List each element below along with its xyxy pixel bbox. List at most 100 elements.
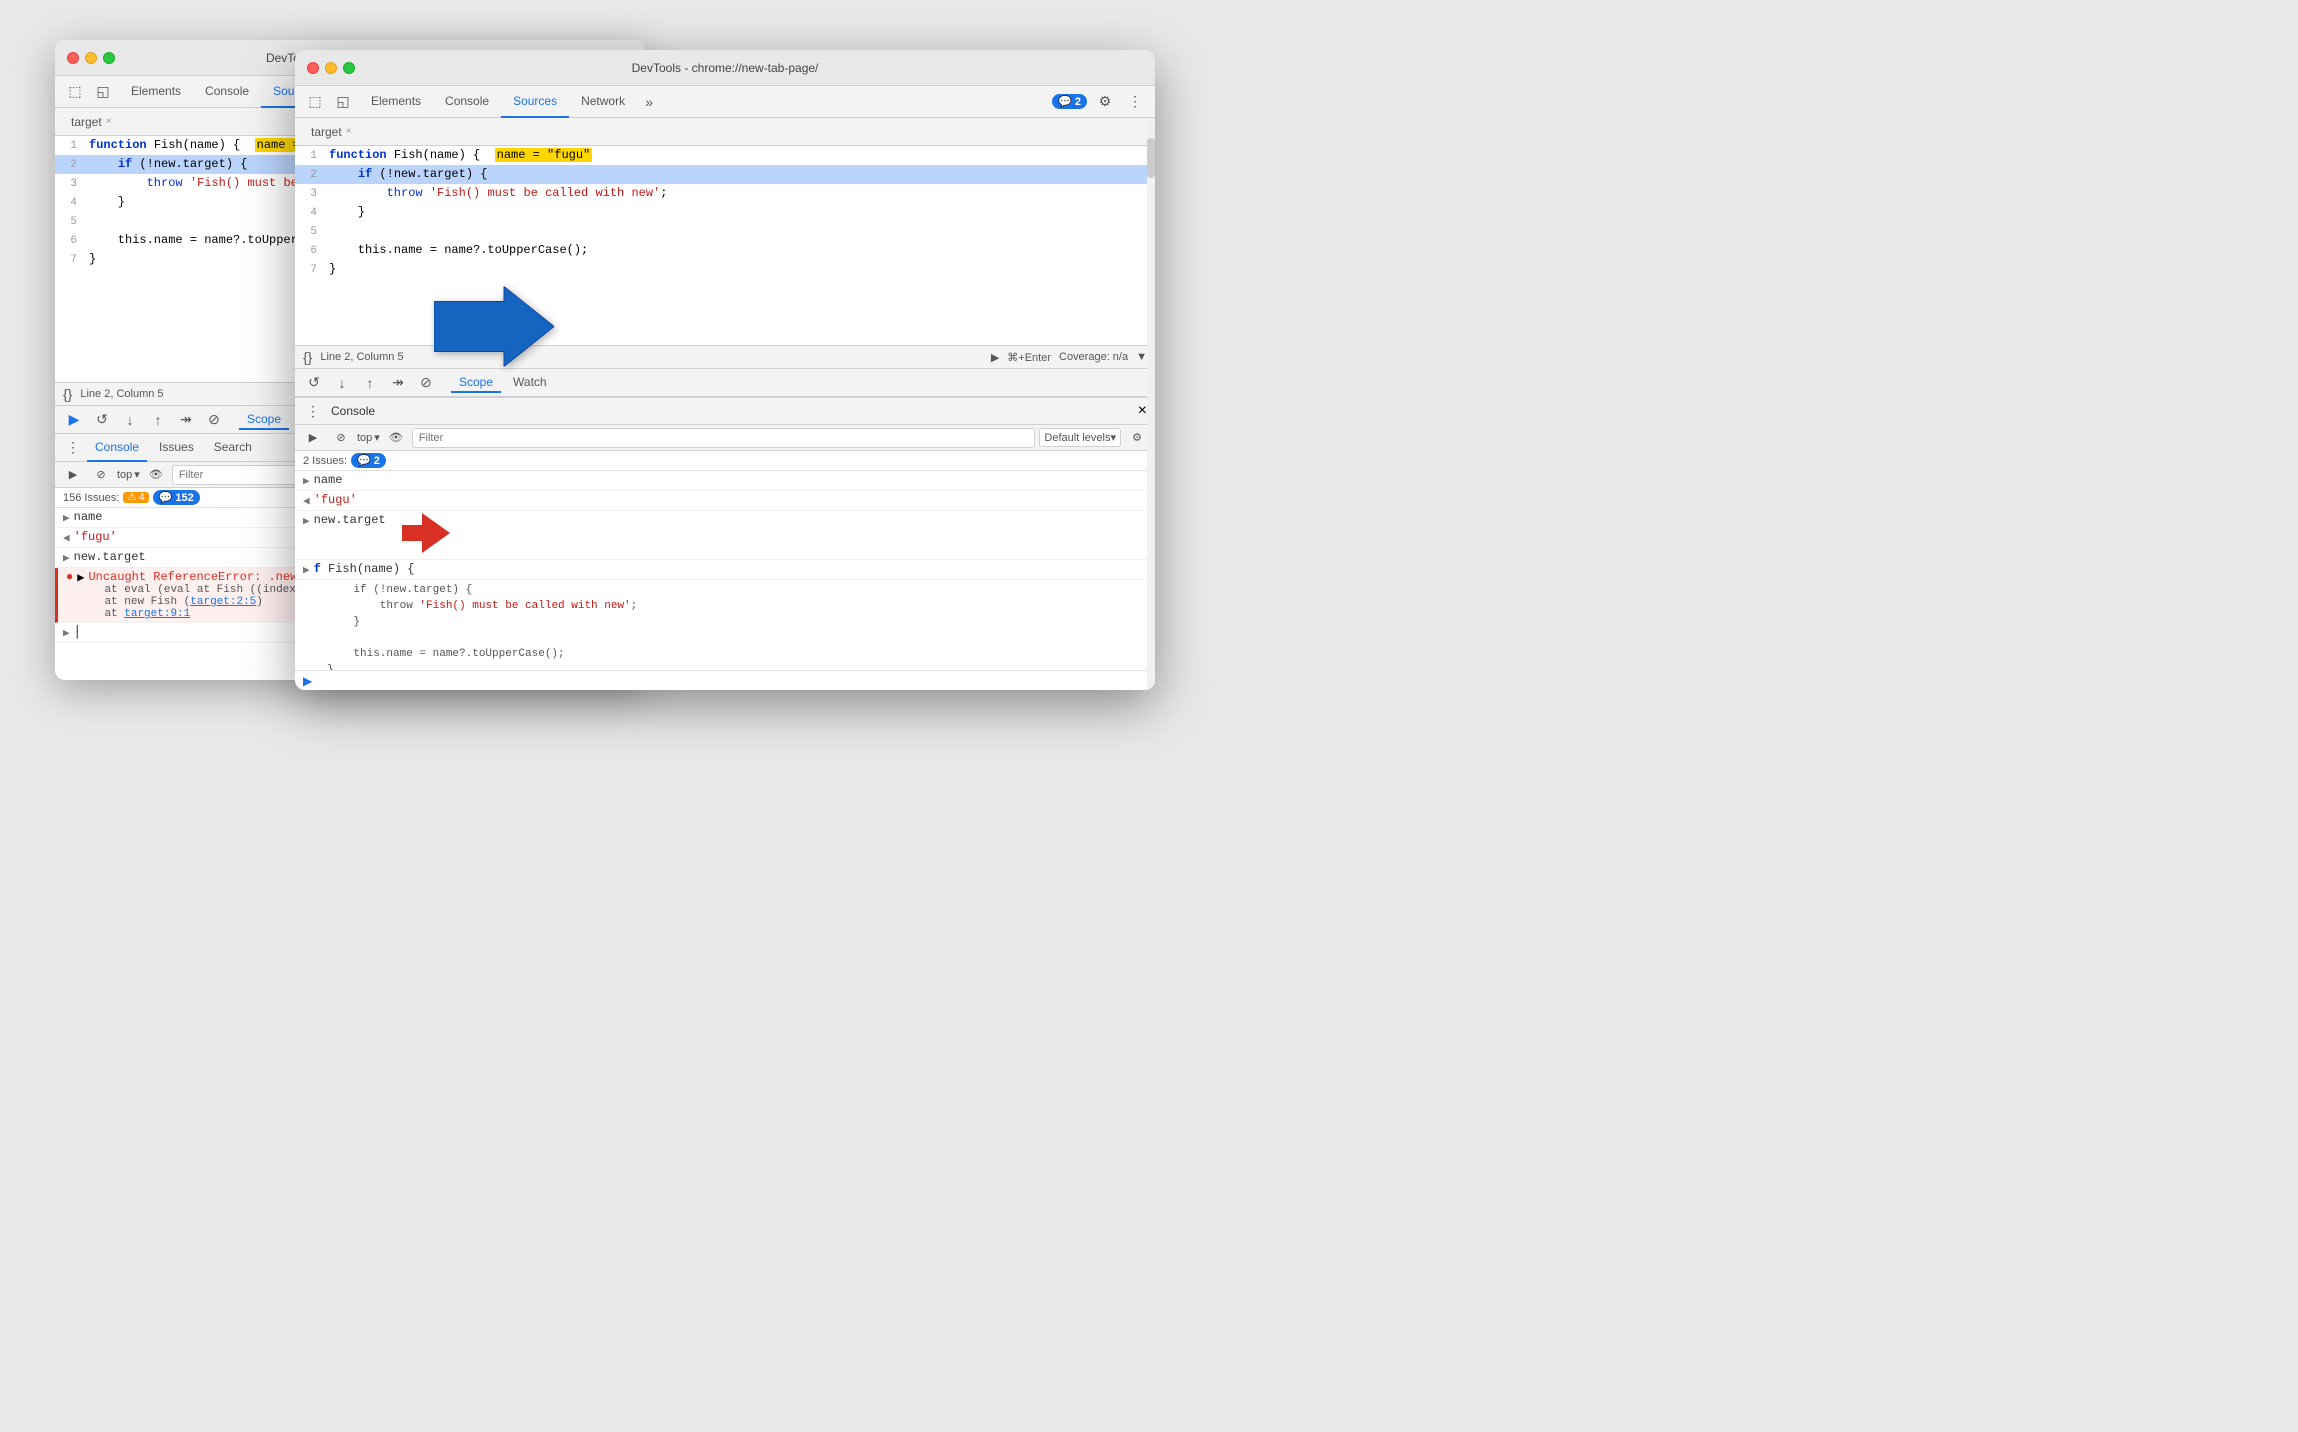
expand-arrow-3[interactable]: ▶ — [77, 570, 84, 585]
step-out-btn-1[interactable]: ↑ — [147, 409, 169, 431]
titlebar-2: DevTools - chrome://new-tab-page/ — [295, 50, 1155, 86]
top-dropdown-2[interactable]: top ▾ — [357, 431, 380, 444]
close-console-btn[interactable]: × — [1138, 402, 1147, 420]
play-pause-btn-1[interactable]: ▶ — [63, 409, 85, 431]
clear-icon-2[interactable]: ⊘ — [329, 426, 353, 450]
cursor-icon-2[interactable]: ⬚ — [303, 90, 327, 114]
deactivate-btn-2[interactable]: ⊘ — [415, 372, 437, 394]
tab-console-1[interactable]: Console — [193, 76, 261, 108]
console-code-block-2: if (!new.target) { throw 'Fish() must be… — [295, 580, 1155, 670]
close-tab-icon-1[interactable]: × — [106, 116, 112, 127]
code-line-2-5: 5 — [295, 222, 1155, 241]
step-into-btn-1[interactable]: ↓ — [119, 409, 141, 431]
msg-badge-1: 💬 152 — [153, 490, 200, 505]
run-icon-console-2[interactable]: ▶ — [301, 426, 325, 450]
filter-input-2[interactable] — [412, 428, 1036, 448]
step-into-btn-2[interactable]: ↓ — [331, 372, 353, 394]
code-line-2-4: 4 } — [295, 203, 1155, 222]
sources-panel-2: target × 1 function Fish(name) { name = … — [295, 118, 1155, 690]
devtools-toolbar-2: ⬚ ◱ Elements Console Sources Network » 💬… — [295, 86, 1155, 118]
traffic-lights-2 — [307, 62, 355, 74]
issues-tab-1[interactable]: Issues — [151, 434, 202, 462]
tab-network-2[interactable]: Network — [569, 86, 637, 118]
code-line-2-1: 1 function Fish(name) { name = "fugu" — [295, 146, 1155, 165]
line-col-1: Line 2, Column 5 — [80, 388, 163, 400]
window-title-2: DevTools - chrome://new-tab-page/ — [632, 61, 819, 75]
code-line-2-3: 3 throw 'Fish() must be called with new'… — [295, 184, 1155, 203]
direction-arrow — [434, 287, 554, 372]
close-button-2[interactable] — [307, 62, 319, 74]
scrollbar-thumb-2[interactable] — [1147, 138, 1155, 178]
eye-icon-1[interactable]: 👁 — [144, 463, 168, 487]
traffic-lights-1 — [67, 52, 115, 64]
top-dropdown-1[interactable]: top ▾ — [117, 468, 140, 481]
deactivate-btn-1[interactable]: ⊘ — [203, 409, 225, 431]
device-icon-2[interactable]: ◱ — [331, 90, 355, 114]
file-tab-target-2[interactable]: target × — [303, 121, 360, 143]
eye-icon-2[interactable]: 👁 — [384, 426, 408, 450]
settings-icon-console-2[interactable]: ⚙ — [1125, 426, 1149, 450]
line-col-2: Line 2, Column 5 — [320, 351, 403, 363]
coverage-2: Coverage: n/a — [1059, 351, 1128, 363]
maximize-button-2[interactable] — [343, 62, 355, 74]
code-editor-2[interactable]: 1 function Fish(name) { name = "fugu" 2 … — [295, 146, 1155, 345]
console-item-fugu-2: ◀ 'fugu' — [295, 491, 1155, 511]
tab-console-2[interactable]: Console — [433, 86, 501, 118]
console-content-2[interactable]: ▶ name ◀ 'fugu' ▶ new.target ▶ f Fish(na… — [295, 471, 1155, 670]
red-arrow-indicator — [402, 513, 450, 557]
msg-badge-toolbar-2: 💬 2 — [1052, 94, 1087, 109]
target-link-2[interactable]: target:9:1 — [124, 608, 190, 620]
three-dots-icon-2[interactable]: ⋮ — [1123, 90, 1147, 114]
tab-sources-2[interactable]: Sources — [501, 86, 569, 118]
more-tabs-icon-2[interactable]: » — [637, 90, 661, 114]
debug-tabs-2: Scope Watch — [451, 373, 555, 393]
step-out-btn-2[interactable]: ↑ — [359, 372, 381, 394]
console-item-newtarget-2: ▶ new.target — [295, 511, 1155, 560]
console-bottom-bar-2: ▶ — [295, 670, 1155, 690]
expand-arrow-2-3[interactable]: ▶ — [303, 562, 310, 577]
device-icon[interactable]: ◱ — [91, 80, 115, 104]
expand-arrow-2-1[interactable]: ▶ — [303, 473, 310, 488]
step-over-btn-2[interactable]: ↺ — [303, 372, 325, 394]
continue-btn-1[interactable]: ↠ — [175, 409, 197, 431]
top-chevron-icon: ▾ — [134, 468, 140, 481]
expand-arrow-2-2[interactable]: ▶ — [303, 513, 310, 528]
scope-tab-1[interactable]: Scope — [239, 410, 289, 430]
maximize-button-1[interactable] — [103, 52, 115, 64]
file-tab-target-1[interactable]: target × — [63, 111, 120, 133]
status-bar-right-2: ▶ ⌘+Enter Coverage: n/a ▼ — [991, 351, 1147, 364]
warning-badge-1: ⚠ 4 — [123, 492, 148, 503]
collapse-arrow-1[interactable]: ◀ — [63, 530, 70, 545]
cursor-icon[interactable]: ⬚ — [63, 80, 87, 104]
issues-count-bar-2: 2 Issues: 💬 2 — [295, 451, 1155, 471]
step-over-btn-1[interactable]: ↺ — [91, 409, 113, 431]
expand-arrow-2[interactable]: ▶ — [63, 550, 70, 565]
continue-btn-2[interactable]: ↠ — [387, 372, 409, 394]
scrollbar-2[interactable] — [1147, 118, 1155, 690]
bottom-expand-arrow[interactable]: ▶ — [303, 674, 312, 688]
console-header-2: ⋮ Console × — [295, 397, 1155, 425]
minimize-button-1[interactable] — [85, 52, 97, 64]
search-tab-1[interactable]: Search — [206, 434, 260, 462]
error-icon-1: ● — [66, 570, 73, 584]
settings-icon-2[interactable]: ⚙ — [1093, 90, 1117, 114]
run-icon-console-1[interactable]: ▶ — [61, 463, 85, 487]
run-icon-2[interactable]: ▶ — [991, 351, 999, 364]
top-label-1: top — [117, 469, 132, 481]
target-link-1[interactable]: target:2:5 — [190, 596, 256, 608]
collapse-arrow-2[interactable]: ◀ — [303, 493, 310, 508]
console-more-icon-1[interactable]: ⋮ — [63, 438, 83, 458]
close-button-1[interactable] — [67, 52, 79, 64]
console-tab-1[interactable]: Console — [87, 434, 147, 462]
watch-tab-2[interactable]: Watch — [505, 373, 555, 393]
default-levels-dropdown-2[interactable]: Default levels▾ — [1039, 428, 1121, 447]
console-more-icon-2[interactable]: ⋮ — [303, 401, 323, 421]
expand-arrow-1[interactable]: ▶ — [63, 510, 70, 525]
close-tab-icon-2[interactable]: × — [346, 126, 352, 137]
filter-icon-2[interactable]: ▼ — [1136, 351, 1147, 363]
tab-elements-2[interactable]: Elements — [359, 86, 433, 118]
scope-tab-2[interactable]: Scope — [451, 373, 501, 393]
clear-icon-1[interactable]: ⊘ — [89, 463, 113, 487]
tab-elements-1[interactable]: Elements — [119, 76, 193, 108]
minimize-button-2[interactable] — [325, 62, 337, 74]
